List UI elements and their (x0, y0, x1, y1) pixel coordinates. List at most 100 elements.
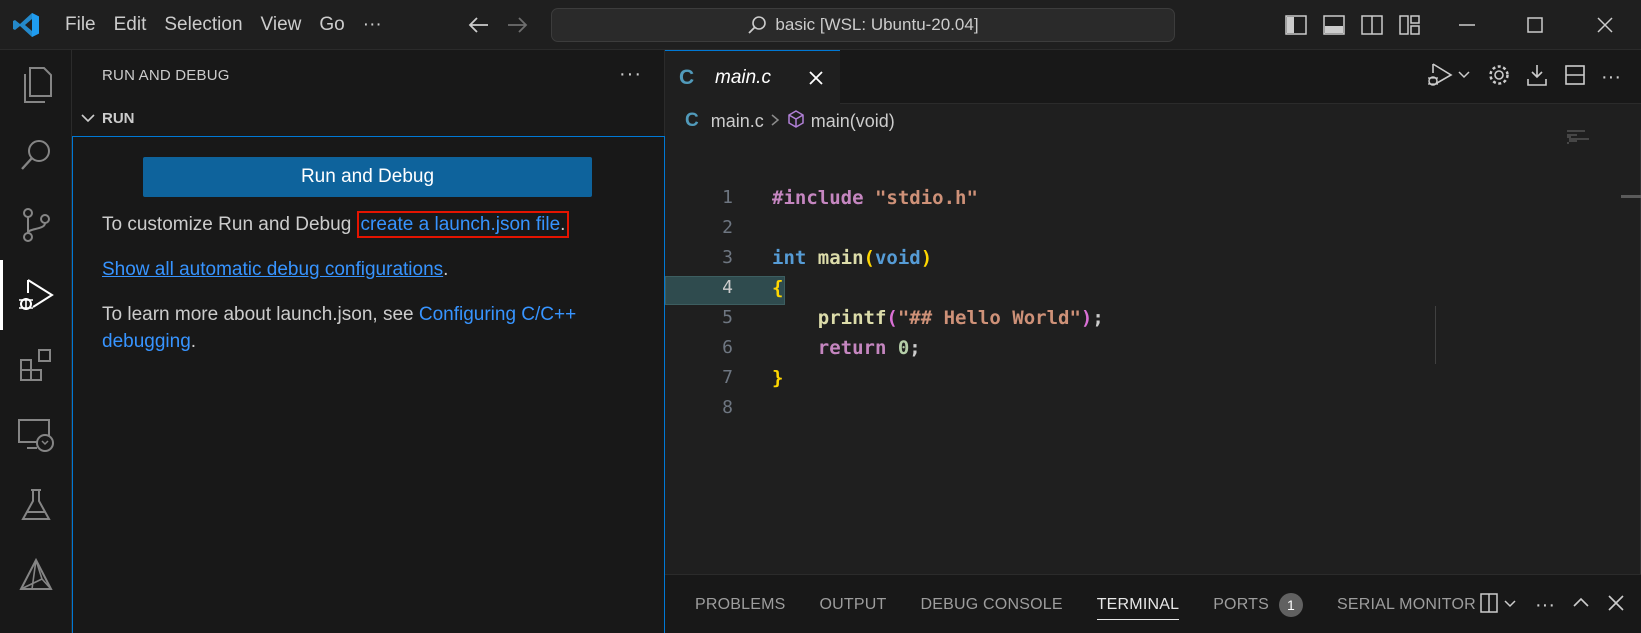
bottom-panel: PROBLEMS OUTPUT DEBUG CONSOLE TERMINAL P… (665, 574, 1641, 633)
menu-bar: File Edit Selection View Go ··· (56, 0, 391, 50)
menu-view[interactable]: View (252, 0, 311, 50)
panel-actions: ··· (1479, 591, 1625, 619)
forward-arrow-icon[interactable] (504, 12, 530, 38)
maximize-panel-chevron-up-icon[interactable] (1571, 593, 1591, 618)
code-token: ( (863, 247, 875, 269)
tab-label: main.c (715, 66, 771, 88)
run-section-label: RUN (102, 109, 135, 127)
close-panel-icon[interactable] (1607, 594, 1625, 617)
code-token: ; (909, 337, 921, 359)
vscode-logo-icon (12, 12, 40, 38)
menu-selection[interactable]: Selection (155, 0, 251, 50)
testing-flask-icon[interactable] (0, 470, 72, 540)
toggle-panel-icon[interactable] (1321, 12, 1347, 38)
source-control-icon[interactable] (0, 190, 72, 260)
minimize-icon[interactable] (1454, 12, 1480, 38)
line-source: return 0; (772, 333, 921, 363)
learn-suffix: . (190, 331, 197, 352)
tab-terminal[interactable]: TERMINAL (1096, 575, 1180, 633)
command-center-search[interactable]: basic [WSL: Ubuntu-20.04] (551, 8, 1175, 42)
sidebar-title: RUN AND DEBUG (102, 67, 230, 84)
search-icon[interactable] (0, 120, 72, 190)
tab-serial-monitor[interactable]: SERIAL MONITOR (1337, 575, 1476, 633)
create-launch-json-link[interactable]: create a launch.json file (361, 214, 561, 235)
tab-debug-console[interactable]: DEBUG CONSOLE (921, 575, 1063, 633)
code-line[interactable]: 4{ (665, 273, 1590, 303)
code-line[interactable]: 1 #include "stdio.h" (665, 183, 1590, 213)
split-editor-icon[interactable] (1563, 63, 1587, 92)
code-token: ( (886, 307, 898, 329)
gear-icon[interactable] (1487, 63, 1511, 92)
learn-prefix: To learn more about launch.json, see (102, 304, 419, 325)
code-line[interactable]: 3 int main(void) (665, 243, 1590, 273)
code-token: ) (920, 247, 933, 269)
code-line[interactable]: 5 printf("## Hello World"); (665, 303, 1590, 333)
tab-output[interactable]: OUTPUT (820, 575, 887, 633)
customize-prefix: To customize Run and Debug (102, 214, 357, 235)
toggle-primary-sidebar-icon[interactable] (1283, 12, 1309, 38)
code-token: void (874, 247, 921, 269)
code-token: ) (1080, 307, 1093, 329)
toggle-secondary-sidebar-icon[interactable] (1359, 12, 1385, 38)
remote-explorer-icon[interactable] (0, 400, 72, 470)
menu-edit[interactable]: Edit (105, 0, 156, 50)
maximize-icon[interactable] (1522, 12, 1548, 38)
back-arrow-icon[interactable] (466, 12, 492, 38)
code-token: "## Hello World" (897, 307, 1081, 329)
line-number: 8 (722, 397, 733, 418)
chevron-down-icon (81, 114, 95, 123)
panel-more-actions-icon[interactable]: ··· (1535, 594, 1555, 617)
extensions-icon[interactable] (0, 330, 72, 400)
tab-main-c[interactable]: C main.c (665, 50, 840, 104)
code-token: "stdio.h" (874, 187, 978, 209)
line-source: int main(void) (772, 243, 932, 273)
line-number: 5 (722, 307, 733, 328)
command-center-label: basic [WSL: Ubuntu-20.04] (775, 15, 979, 34)
line-source: { (772, 273, 783, 303)
customize-text: To customize Run and Debug create a laun… (102, 211, 642, 238)
code-token: } (772, 367, 784, 389)
split-terminal-dropdown-icon[interactable] (1479, 591, 1519, 620)
debug-download-icon[interactable] (1525, 63, 1549, 92)
menu-more[interactable]: ··· (354, 0, 391, 50)
c-file-icon: C (679, 65, 695, 89)
ports-count-badge: 1 (1279, 592, 1304, 617)
minimap[interactable] (1567, 130, 1601, 144)
run-debug-dropdown-icon[interactable] (1427, 61, 1473, 94)
sidebar-more-actions-icon[interactable]: ··· (619, 63, 642, 86)
breadcrumb: C main.c main(void) (685, 105, 895, 137)
line-number: 6 (722, 337, 733, 358)
code-line[interactable]: 7} (665, 363, 1590, 393)
code-line[interactable]: 2 (665, 213, 1590, 243)
show-all-debug-configurations-link[interactable]: Show all automatic debug configurations (102, 259, 443, 280)
more-actions-icon[interactable]: ··· (1601, 66, 1621, 89)
tab-problems[interactable]: PROBLEMS (695, 575, 786, 633)
run-and-debug-icon[interactable] (0, 260, 72, 330)
run-section-header[interactable]: RUN (72, 103, 665, 133)
run-section-body: Run and Debug To customize Run and Debug… (72, 136, 665, 633)
highlight-box: create a launch.json file. (356, 211, 570, 238)
customize-layout-icon[interactable] (1397, 12, 1423, 38)
chevron-right-icon (770, 111, 780, 132)
code-token: return (817, 337, 898, 359)
tab-ports[interactable]: PORTS 1 (1213, 575, 1304, 633)
close-tab-icon[interactable] (804, 66, 828, 90)
line-number: 7 (722, 367, 733, 388)
line-number: 3 (722, 247, 733, 268)
run-and-debug-button[interactable]: Run and Debug (143, 157, 592, 197)
menu-file[interactable]: File (56, 0, 105, 50)
breadcrumb-file[interactable]: main.c (711, 111, 764, 132)
code-line[interactable]: 6 return 0; (665, 333, 1590, 363)
breadcrumb-symbol[interactable]: main(void) (811, 111, 895, 132)
code-line[interactable]: 8 (665, 393, 1590, 423)
menu-go[interactable]: Go (310, 0, 353, 50)
line-source: } (772, 363, 783, 393)
editor-actions: ··· (1427, 62, 1621, 92)
close-window-icon[interactable] (1592, 12, 1618, 38)
cmake-icon[interactable] (0, 540, 72, 610)
editor-area: C main.c ··· C main.c main(void) 1 #incl… (665, 50, 1641, 574)
line-number: 1 (722, 187, 733, 208)
show-all-text: Show all automatic debug configurations. (102, 256, 642, 283)
explorer-icon[interactable] (0, 50, 72, 120)
